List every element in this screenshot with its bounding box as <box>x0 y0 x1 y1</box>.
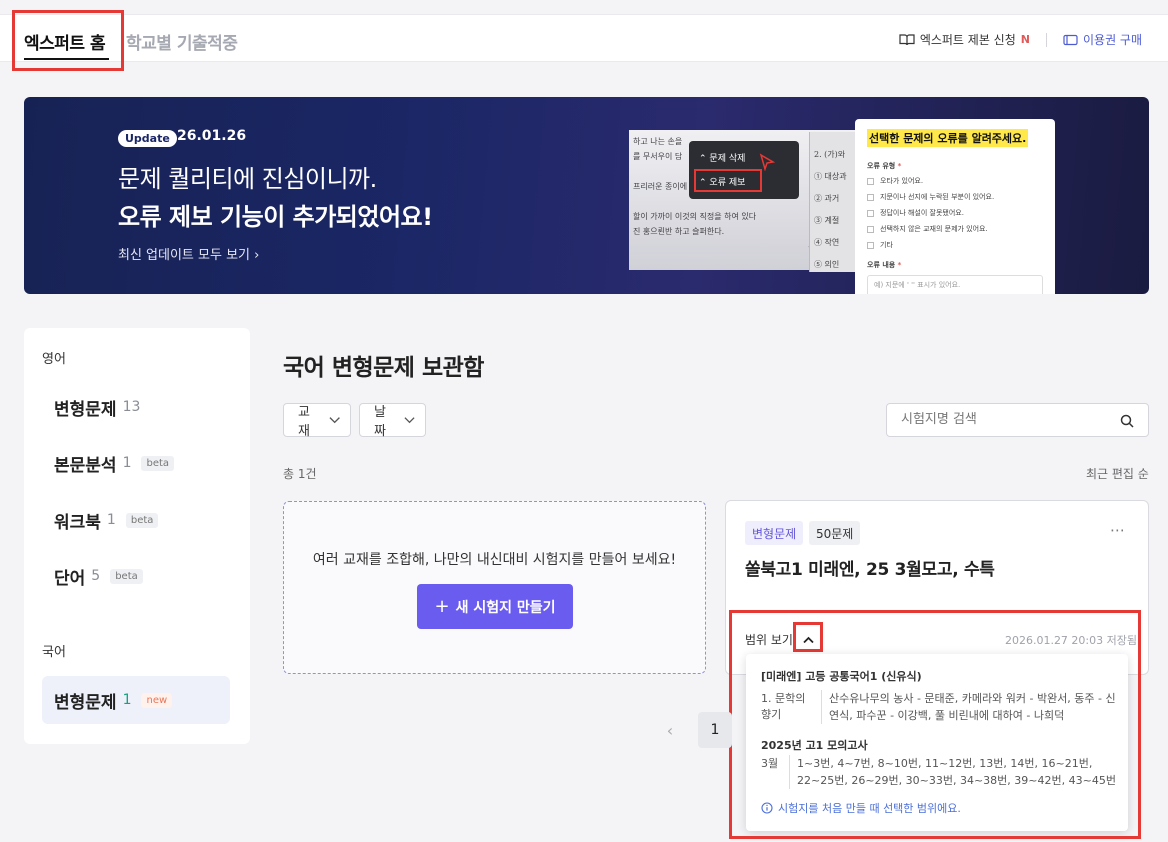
exam-type-chip: 변형문제 <box>745 521 804 545</box>
range-exam-detail: 1~3번, 4~7번, 8~10번, 11~12번, 13번, 14번, 16~… <box>789 755 1119 789</box>
beta-badge: beta <box>110 568 143 584</box>
page-title: 국어 변형문제 보관함 <box>283 355 484 381</box>
sidebar-item-english-analysis[interactable]: 본문분석 1 beta <box>42 439 230 487</box>
banner-more-label: 최신 업데이트 모두 보기 <box>118 248 250 263</box>
pagination-page-1[interactable]: 1 <box>698 712 732 748</box>
beta-badge: beta <box>125 512 159 528</box>
banner-illustration-menu: ⌃ 문제 삭제 ⌃ 오류 제보 <box>689 141 799 199</box>
banner-illustration-report-sheet: 선택한 문제의 오류를 알려주세요. 오류 유형 * 오타가 있어요. 지문이나… <box>855 119 1055 294</box>
beta-badge: beta <box>141 455 175 471</box>
update-banner[interactable]: Update 26.01.26 문제 퀄리티에 진심이니까. 오류 제보 기능이… <box>24 97 1149 294</box>
sidebar-item-korean-variants[interactable]: 변형문제 1 new <box>42 676 230 724</box>
filter-textbook-dropdown[interactable]: 교재 <box>283 403 351 439</box>
banner-subheadline: 오류 제보 기능이 추가되었어요! <box>118 203 433 231</box>
range-book-unit: 1. 문학의 향기 <box>761 692 806 721</box>
plus-icon: + <box>434 596 450 617</box>
divider <box>1045 32 1047 47</box>
sidebar-group-korean: 국어 <box>42 645 66 660</box>
sample-request-label: 엑스퍼트 제본 신청 <box>919 33 1016 47</box>
chevron-right-icon: › <box>254 248 260 263</box>
top-links: 엑스퍼트 제본 신청 N 이용권 구매 <box>899 31 1142 48</box>
filter-date-label: 날짜 <box>374 405 386 439</box>
update-date: 26.01.26 <box>177 128 247 144</box>
range-book-title: [미래엔] 고등 공통국어1 (신유식) <box>761 670 922 683</box>
create-exam-text: 여러 교재를 조합해, 나만의 내신대비 시험지를 만들어 보세요! <box>312 552 677 568</box>
range-popover: [미래엔] 고등 공통국어1 (신유식) 1. 문학의 향기 산수유나무의 농사… <box>746 654 1128 831</box>
cursor-icon <box>759 153 775 171</box>
range-exam-month: 3월 <box>761 757 779 770</box>
question-count-chip: 50문제 <box>809 521 861 545</box>
sort-option[interactable]: 최근 편집 순 <box>1086 465 1149 482</box>
exam-title: 쏠북고1 미래엔, 25 3월모고, 수특 <box>745 560 995 580</box>
new-exam-button[interactable]: + 새 시험지 만들기 <box>417 584 573 629</box>
buy-pass-link[interactable]: 이용권 구매 <box>1063 31 1142 48</box>
sidebar-item-english-workbook[interactable]: 워크북 1 beta <box>42 496 230 544</box>
info-icon <box>761 802 773 814</box>
search-input[interactable] <box>901 412 1101 427</box>
range-book-row: 1. 문학의 향기 산수유나무의 농사 - 문태준, 카메라와 워커 - 박완서… <box>761 690 1116 724</box>
sidebar: 영어 변형문제 13 본문분석 1 beta 워크북 1 beta 단어 5 b… <box>24 328 250 744</box>
exam-card[interactable]: 변형문제 50문제 ⋯ 쏠북고1 미래엔, 25 3월모고, 수특 범위 보기 … <box>725 500 1149 675</box>
range-note: 시험지를 처음 만들 때 선택한 범위에요. <box>761 800 961 816</box>
chevron-down-icon <box>329 417 340 424</box>
sidebar-item-english-variants[interactable]: 변형문제 13 <box>42 383 230 431</box>
range-exam-title: 2025년 고1 모의고사 <box>761 739 868 752</box>
range-toggle[interactable]: 범위 보기 <box>745 631 814 648</box>
update-badge: Update <box>118 130 177 147</box>
search-icon[interactable] <box>1120 414 1134 428</box>
range-book-detail: 산수유나무의 농사 - 문태준, 카메라와 워커 - 박완서, 동주 - 신연식… <box>821 690 1116 724</box>
banner-more-link[interactable]: 최신 업데이트 모두 보기 › <box>118 244 259 263</box>
total-count: 총 1건 <box>283 467 317 481</box>
new-badge: new <box>141 692 173 708</box>
filter-textbook-label: 교재 <box>298 405 310 439</box>
banner-headline: 문제 퀄리티에 진심이니까. <box>118 165 377 193</box>
filter-date-dropdown[interactable]: 날짜 <box>359 403 426 439</box>
active-tab-underline <box>24 58 110 60</box>
range-note-text: 시험지를 처음 만들 때 선택한 범위에요. <box>778 802 961 815</box>
sidebar-item-english-words[interactable]: 단어 5 beta <box>42 552 230 600</box>
buy-pass-label: 이용권 구매 <box>1082 33 1142 47</box>
book-open-icon <box>899 33 915 45</box>
saved-timestamp: 2026.01.27 20:03 저장됨 <box>1004 634 1137 647</box>
new-exam-label: 새 시험지 만들기 <box>455 599 556 616</box>
ticket-icon <box>1063 34 1078 45</box>
create-exam-card: 여러 교재를 조합해, 나만의 내신대비 시험지를 만들어 보세요! + 새 시… <box>283 501 706 674</box>
chevron-down-icon <box>404 417 415 424</box>
tab-school-exams[interactable]: 학교별 기출적중 <box>126 29 238 54</box>
range-toggle-label: 범위 보기 <box>745 633 793 647</box>
more-options-icon[interactable]: ⋯ <box>1110 521 1126 539</box>
chevron-up-icon: ⌃ <box>699 154 707 164</box>
top-nav-bar: 엑스퍼트 홈 학교별 기출적중 엑스퍼트 제본 신청 N 이용권 구매 <box>0 14 1168 62</box>
chevron-up-icon <box>803 636 814 643</box>
tab-expert-home[interactable]: 엑스퍼트 홈 <box>24 29 110 60</box>
pagination-prev[interactable]: ‹ <box>658 712 682 748</box>
range-exam-row: 3월 1~3번, 4~7번, 8~10번, 11~12번, 13번, 14번, … <box>761 755 1119 789</box>
sidebar-group-english: 영어 <box>42 352 66 367</box>
search-box <box>886 403 1149 437</box>
tab-expert-home-label: 엑스퍼트 홈 <box>24 34 106 54</box>
illustration-highlight <box>694 169 762 192</box>
sample-request-link[interactable]: 엑스퍼트 제본 신청 N <box>899 31 1030 48</box>
new-badge: N <box>1020 33 1030 46</box>
